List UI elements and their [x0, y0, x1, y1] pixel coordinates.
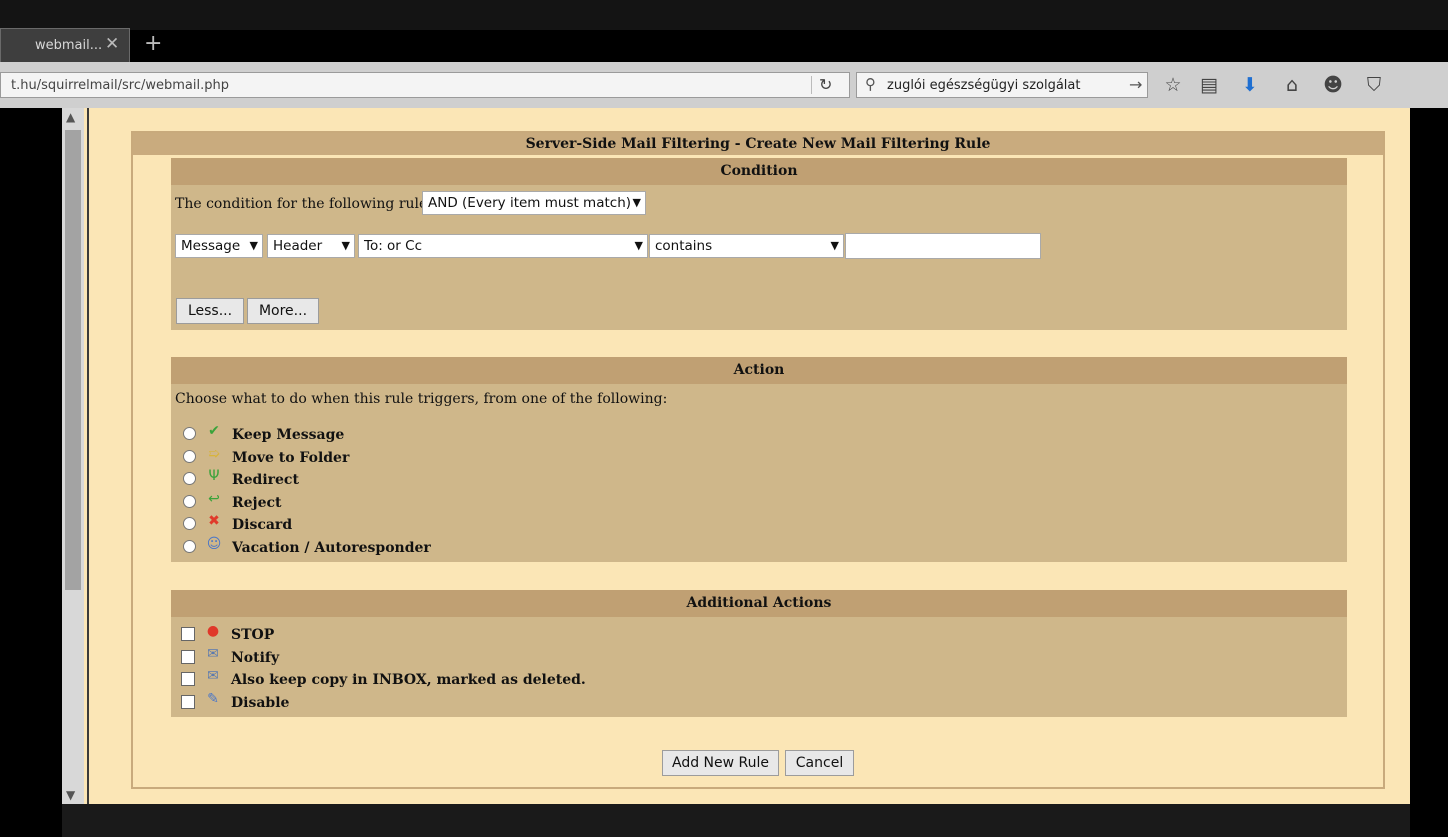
- stop-checkbox[interactable]: [181, 627, 195, 641]
- envelope-icon: ✉: [207, 646, 219, 662]
- checkmark-icon: ✔: [208, 423, 220, 439]
- stop-icon: ●: [206, 623, 220, 639]
- notify-checkbox[interactable]: [181, 650, 195, 664]
- return-arrow-icon: ↩: [208, 491, 220, 507]
- operator-value: contains: [655, 238, 713, 254]
- search-icon: ⚲: [865, 75, 876, 93]
- field-type-select[interactable]: Message ▼: [175, 234, 263, 258]
- additional-actions-section: Additional Actions ● STOP ✉ Notify ✉ Als…: [171, 590, 1347, 717]
- vacation-label: Vacation / Autoresponder: [232, 540, 431, 556]
- reject-radio[interactable]: [183, 495, 196, 508]
- discard-label: Discard: [232, 517, 293, 533]
- condition-value-input[interactable]: [845, 233, 1041, 259]
- url-text: t.hu/squirrelmail/src/webmail.php: [11, 78, 229, 93]
- envelope-delete-icon: ✉: [207, 668, 219, 684]
- redirect-label: Redirect: [232, 472, 299, 488]
- match-mode-select[interactable]: AND (Every item must match) ▼: [422, 191, 646, 215]
- person-icon: ☺: [206, 536, 222, 552]
- more-button[interactable]: More...: [247, 298, 319, 324]
- chevron-down-icon: ▼: [830, 239, 839, 252]
- cancel-button[interactable]: Cancel: [785, 750, 854, 776]
- close-tab-icon[interactable]: ✕: [105, 34, 119, 54]
- search-query: zuglói egészségügyi szolgálat: [887, 78, 1081, 93]
- fork-icon: Ψ: [208, 468, 220, 484]
- stop-label: STOP: [231, 627, 275, 643]
- chevron-down-icon: ▼: [632, 196, 641, 209]
- scroll-down-icon[interactable]: ▼: [66, 788, 75, 802]
- move-to-folder-radio[interactable]: [183, 450, 196, 463]
- action-intro: Choose what to do when this rule trigger…: [175, 391, 668, 407]
- disable-checkbox[interactable]: [181, 695, 195, 709]
- add-new-rule-button[interactable]: Add New Rule: [662, 750, 779, 776]
- window-titlebar: [0, 0, 1448, 30]
- status-strip: [62, 804, 1410, 837]
- notify-label: Notify: [231, 650, 280, 666]
- home-icon[interactable]: ⌂: [1279, 73, 1305, 97]
- star-icon[interactable]: ☆: [1160, 73, 1186, 97]
- search-bar[interactable]: ⚲ zuglói egészségügyi szolgálat →: [856, 72, 1148, 98]
- url-separator: [811, 76, 812, 94]
- disable-label: Disable: [231, 695, 290, 711]
- filter-rule-panel: Server-Side Mail Filtering - Create New …: [131, 131, 1385, 789]
- pocket-icon[interactable]: ⛉: [1361, 73, 1387, 97]
- redirect-radio[interactable]: [183, 472, 196, 485]
- discard-radio[interactable]: [183, 517, 196, 530]
- match-mode-value: AND (Every item must match): [428, 195, 632, 211]
- chevron-down-icon: ▼: [341, 239, 350, 252]
- chevron-down-icon: ▼: [634, 239, 643, 252]
- page-content: ▲ ▼ Server-Side Mail Filtering - Create …: [62, 108, 1410, 804]
- action-heading: Action: [171, 357, 1347, 384]
- download-icon[interactable]: ⬇: [1237, 73, 1263, 97]
- folder-arrow-icon: ➯: [208, 446, 220, 462]
- header-select[interactable]: To: or Cc ▼: [358, 234, 648, 258]
- x-icon: ✖: [208, 513, 220, 529]
- move-to-folder-label: Move to Folder: [232, 450, 350, 466]
- browser-tab[interactable]: webmail... ✕: [0, 28, 130, 62]
- smiley-icon[interactable]: ☻: [1320, 73, 1346, 97]
- page-title: Server-Side Mail Filtering - Create New …: [133, 133, 1383, 155]
- additional-actions-heading: Additional Actions: [171, 590, 1347, 617]
- keep-copy-label: Also keep copy in INBOX, marked as delet…: [231, 672, 586, 688]
- go-arrow-icon[interactable]: →: [1129, 75, 1142, 94]
- action-section: Action Choose what to do when this rule …: [171, 357, 1347, 562]
- operator-select[interactable]: contains ▼: [649, 234, 844, 258]
- chevron-down-icon: ▼: [249, 239, 258, 252]
- scroll-up-icon[interactable]: ▲: [66, 110, 75, 124]
- reading-list-icon[interactable]: ▤: [1196, 73, 1222, 97]
- message-part-select[interactable]: Header ▼: [267, 234, 355, 258]
- condition-intro: The condition for the following rules is…: [175, 196, 456, 212]
- condition-heading: Condition: [171, 158, 1347, 185]
- vacation-radio[interactable]: [183, 540, 196, 553]
- message-part-value: Header: [273, 238, 323, 254]
- scroll-thumb[interactable]: [65, 130, 81, 590]
- header-value: To: or Cc: [364, 238, 423, 254]
- condition-section: Condition The condition for the followin…: [171, 158, 1347, 330]
- reject-label: Reject: [232, 495, 282, 511]
- tab-title: webmail...: [35, 38, 103, 53]
- pen-icon: ✎: [207, 691, 219, 707]
- keep-message-label: Keep Message: [232, 427, 345, 443]
- keep-copy-checkbox[interactable]: [181, 672, 195, 686]
- less-button[interactable]: Less...: [176, 298, 244, 324]
- keep-message-radio[interactable]: [183, 427, 196, 440]
- frame-divider: [87, 108, 89, 804]
- reload-icon[interactable]: ↻: [819, 75, 832, 94]
- new-tab-icon[interactable]: +: [144, 31, 162, 56]
- field-type-value: Message: [181, 238, 241, 254]
- vertical-scrollbar[interactable]: ▲ ▼: [62, 108, 84, 804]
- url-bar[interactable]: t.hu/squirrelmail/src/webmail.php ↻: [0, 72, 850, 98]
